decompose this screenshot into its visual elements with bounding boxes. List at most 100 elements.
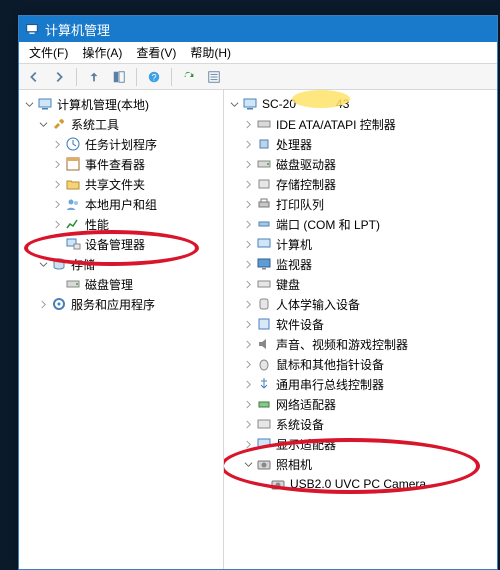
chevron-right-icon[interactable]: [242, 298, 254, 310]
tree-root-computer-management[interactable]: 计算机管理(本地): [21, 94, 221, 114]
properties-icon[interactable]: [203, 67, 225, 87]
chevron-right-icon[interactable]: [242, 178, 254, 190]
chevron-right-icon[interactable]: [242, 418, 254, 430]
chevron-right-icon[interactable]: [242, 198, 254, 210]
chevron-right-icon[interactable]: [242, 118, 254, 130]
network-icon: [256, 396, 272, 412]
show-hide-tree-icon[interactable]: [108, 67, 130, 87]
device-ports[interactable]: 端口 (COM 和 LPT): [226, 214, 495, 234]
back-icon[interactable]: [23, 67, 45, 87]
chevron-right-icon[interactable]: [51, 158, 63, 170]
chevron-down-icon[interactable]: [37, 118, 49, 130]
device-display-adapters[interactable]: 显示适配器: [226, 434, 495, 454]
console-tree-pane[interactable]: 计算机管理(本地) 系统工具 任务计划程序 事件查看器: [19, 90, 224, 569]
tree-shared-folders[interactable]: 共享文件夹: [21, 174, 221, 194]
chevron-right-icon[interactable]: [242, 378, 254, 390]
device-monitors[interactable]: 监视器: [226, 254, 495, 274]
tree-label: 打印队列: [276, 196, 324, 213]
tree-task-scheduler[interactable]: 任务计划程序: [21, 134, 221, 154]
computer-management-window: 计算机管理 文件(F) 操作(A) 查看(V) 帮助(H) ? 计算机管理(本地…: [18, 15, 498, 570]
chevron-right-icon[interactable]: [242, 218, 254, 230]
blank-twisty: [256, 478, 268, 490]
chevron-right-icon[interactable]: [242, 158, 254, 170]
chevron-down-icon[interactable]: [37, 258, 49, 270]
shared-folder-icon: [65, 176, 81, 192]
device-usb-controllers[interactable]: 通用串行总线控制器: [226, 374, 495, 394]
keyboard-icon: [256, 276, 272, 292]
chevron-right-icon[interactable]: [242, 398, 254, 410]
device-storage-controllers[interactable]: 存储控制器: [226, 174, 495, 194]
device-keyboards[interactable]: 键盘: [226, 274, 495, 294]
chevron-right-icon[interactable]: [51, 178, 63, 190]
tree-label: 人体学输入设备: [276, 296, 360, 313]
sound-icon: [256, 336, 272, 352]
tree-services-apps[interactable]: 服务和应用程序: [21, 294, 221, 314]
chevron-right-icon[interactable]: [242, 438, 254, 450]
device-hid[interactable]: 人体学输入设备: [226, 294, 495, 314]
ide-icon: [256, 116, 272, 132]
titlebar[interactable]: 计算机管理: [19, 16, 497, 42]
camera-category-icon: [256, 456, 272, 472]
tree-label: 端口 (COM 和 LPT): [276, 216, 380, 233]
tree-local-users-groups[interactable]: 本地用户和组: [21, 194, 221, 214]
tree-device-manager[interactable]: 设备管理器: [21, 234, 221, 254]
device-system-devices[interactable]: 系统设备: [226, 414, 495, 434]
device-disk-drives[interactable]: 磁盘驱动器: [226, 154, 495, 174]
device-mice[interactable]: 鼠标和其他指针设备: [226, 354, 495, 374]
forward-icon[interactable]: [48, 67, 70, 87]
tree-label: 键盘: [276, 276, 300, 293]
chevron-right-icon[interactable]: [51, 138, 63, 150]
up-icon[interactable]: [83, 67, 105, 87]
device-software-devices[interactable]: 软件设备: [226, 314, 495, 334]
tree-label: 设备管理器: [85, 236, 145, 253]
computer-icon: [242, 96, 258, 112]
chevron-right-icon[interactable]: [51, 198, 63, 210]
chevron-right-icon[interactable]: [242, 318, 254, 330]
menu-view[interactable]: 查看(V): [130, 42, 182, 63]
tree-label: USB2.0 UVC PC Camera: [290, 477, 426, 491]
device-ide-controllers[interactable]: IDE ATA/ATAPI 控制器: [226, 114, 495, 134]
tree-label: 处理器: [276, 136, 312, 153]
chevron-right-icon[interactable]: [242, 338, 254, 350]
device-usb-uvc-camera[interactable]: USB2.0 UVC PC Camera: [226, 474, 495, 494]
help-icon[interactable]: ?: [143, 67, 165, 87]
menu-action[interactable]: 操作(A): [76, 42, 128, 63]
device-processors[interactable]: 处理器: [226, 134, 495, 154]
device-network-adapters[interactable]: 网络适配器: [226, 394, 495, 414]
services-icon: [51, 296, 67, 312]
tree-label: 服务和应用程序: [71, 296, 155, 313]
chevron-down-icon[interactable]: [228, 98, 240, 110]
chevron-right-icon[interactable]: [242, 278, 254, 290]
chevron-right-icon[interactable]: [242, 258, 254, 270]
disk-drive-icon: [256, 156, 272, 172]
tree-label: 磁盘驱动器: [276, 156, 336, 173]
tree-storage[interactable]: 存储: [21, 254, 221, 274]
device-tree-pane[interactable]: SC-20 43 IDE ATA/ATAPI 控制器 处理器 磁盘驱动器 存储控…: [224, 90, 497, 569]
device-root-computer[interactable]: SC-20 43: [226, 94, 495, 114]
chevron-right-icon[interactable]: [51, 218, 63, 230]
chevron-right-icon[interactable]: [37, 298, 49, 310]
chevron-right-icon[interactable]: [242, 238, 254, 250]
chevron-down-icon[interactable]: [242, 458, 254, 470]
tree-performance[interactable]: 性能: [21, 214, 221, 234]
chevron-down-icon[interactable]: [23, 98, 35, 110]
refresh-icon[interactable]: [178, 67, 200, 87]
device-computer[interactable]: 计算机: [226, 234, 495, 254]
chevron-right-icon[interactable]: [242, 358, 254, 370]
tree-system-tools[interactable]: 系统工具: [21, 114, 221, 134]
menu-file[interactable]: 文件(F): [23, 42, 74, 63]
performance-icon: [65, 216, 81, 232]
tree-label: 存储控制器: [276, 176, 336, 193]
device-print-queues[interactable]: 打印队列: [226, 194, 495, 214]
tree-label: 网络适配器: [276, 396, 336, 413]
tree-disk-management[interactable]: 磁盘管理: [21, 274, 221, 294]
tree-event-viewer[interactable]: 事件查看器: [21, 154, 221, 174]
clock-icon: [65, 136, 81, 152]
chevron-right-icon[interactable]: [242, 138, 254, 150]
menu-help[interactable]: 帮助(H): [184, 42, 237, 63]
tree-label: 磁盘管理: [85, 276, 133, 293]
tree-label: 计算机管理(本地): [57, 96, 149, 113]
tree-label: 软件设备: [276, 316, 324, 333]
device-sound-video-game[interactable]: 声音、视频和游戏控制器: [226, 334, 495, 354]
device-cameras[interactable]: 照相机: [226, 454, 495, 474]
